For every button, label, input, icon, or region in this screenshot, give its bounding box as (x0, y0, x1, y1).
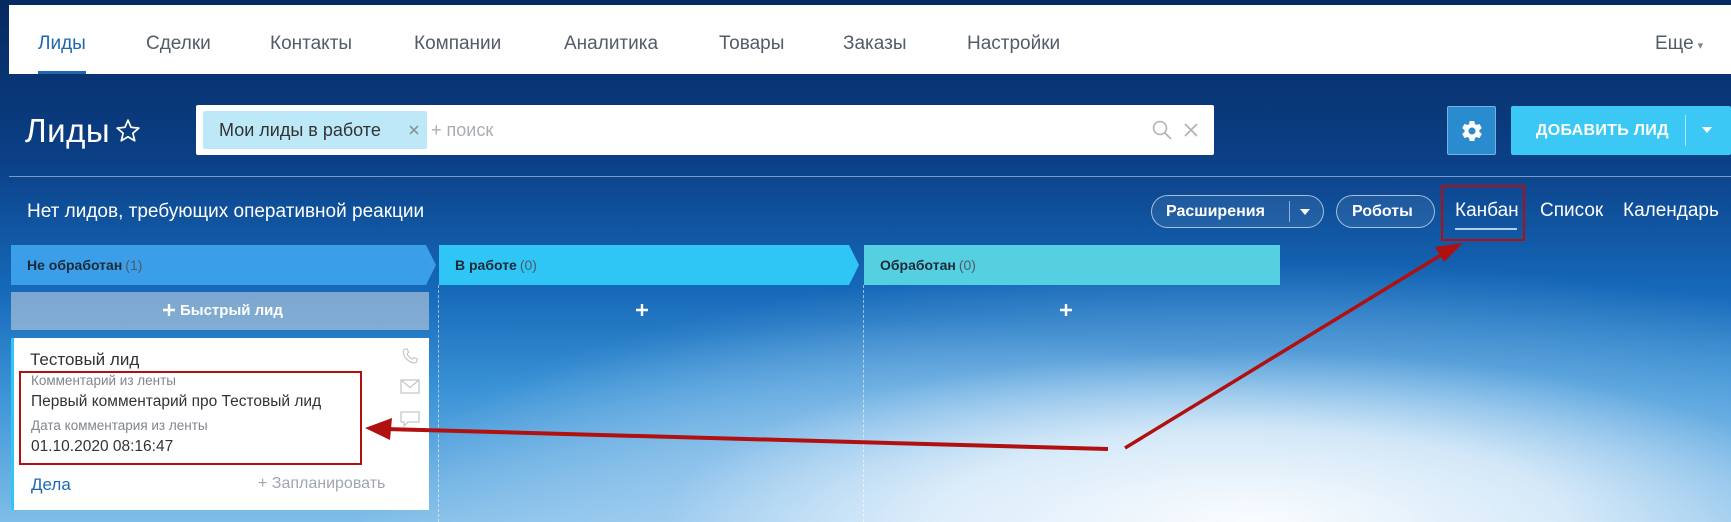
chevron-down-icon[interactable] (1701, 125, 1713, 135)
column-count: (0) (519, 257, 537, 273)
plus-icon (163, 304, 175, 316)
nav-item-deals[interactable]: Сделки (146, 5, 211, 74)
add-lead-separator (1685, 115, 1686, 146)
nav-item-companies[interactable]: Компании (414, 5, 501, 74)
column-separator (863, 285, 864, 522)
mail-icon[interactable] (399, 378, 421, 396)
page-title: Лиды (25, 112, 111, 149)
deals-link[interactable]: Дела (31, 475, 71, 495)
gear-icon (1462, 121, 1482, 142)
star-icon[interactable] (115, 118, 141, 144)
search-icon[interactable] (1151, 119, 1173, 141)
nav-more-label: Еще (1655, 33, 1694, 54)
nav-item-settings[interactable]: Настройки (967, 5, 1060, 74)
status-message: Нет лидов, требующих оперативной реакции (27, 201, 425, 222)
nav-more-button[interactable]: Еще ▾ (1655, 5, 1703, 74)
column-count: (0) (958, 257, 976, 273)
nav-item-products[interactable]: Товары (719, 5, 784, 74)
nav-item-orders[interactable]: Заказы (843, 5, 907, 74)
add-to-column-plus-icon[interactable] (634, 302, 650, 318)
header-divider (9, 176, 1731, 177)
extensions-separator (1289, 201, 1290, 222)
chip-close-icon[interactable] (405, 121, 423, 139)
nav-item-analytics[interactable]: Аналитика (564, 5, 658, 74)
robots-label: Роботы (1352, 203, 1413, 220)
chevron-down-icon: ▾ (1697, 40, 1704, 52)
add-lead-label: ДОБАВИТЬ ЛИД (1536, 122, 1669, 139)
filter-search-bar[interactable]: Мои лиды в работе (196, 105, 1214, 155)
column-header-in-progress[interactable]: В работе (0) (439, 245, 859, 285)
column-title-text: Обработан (880, 257, 956, 273)
column-title: Не обработан (1) (27, 257, 142, 273)
arrow-to-card-fields (365, 418, 1109, 451)
settings-button[interactable] (1447, 106, 1496, 155)
view-calendar[interactable]: Календарь (1623, 200, 1719, 222)
quick-lead-button[interactable]: Быстрый лид (11, 292, 429, 330)
nav-item-contacts[interactable]: Контакты (270, 5, 352, 74)
search-input[interactable] (431, 114, 1131, 146)
column-title-text: Не обработан (27, 257, 123, 273)
add-lead-button[interactable]: ДОБАВИТЬ ЛИД (1511, 106, 1731, 155)
nav-item-leads[interactable]: Лиды (38, 5, 86, 74)
column-separator (438, 285, 439, 522)
clear-icon[interactable] (1181, 120, 1201, 140)
filter-chip-label: Мои лиды в работе (219, 120, 381, 140)
robots-button[interactable]: Роботы (1336, 195, 1435, 228)
column-count: (1) (125, 257, 143, 273)
chevron-down-icon[interactable] (1299, 208, 1311, 217)
filter-chip[interactable]: Мои лиды в работе (203, 111, 427, 149)
phone-icon[interactable] (399, 346, 421, 368)
column-header-new[interactable]: Не обработан (1) (11, 245, 436, 285)
extensions-label: Расширения (1166, 203, 1265, 220)
column-title: В работе (0) (455, 257, 537, 273)
column-title-text: В работе (455, 257, 517, 273)
extensions-button[interactable]: Расширения (1151, 195, 1324, 228)
add-to-column-plus-icon[interactable] (1058, 302, 1074, 318)
lead-card-title[interactable]: Тестовый лид (30, 350, 139, 370)
annotation-box-card-fields (19, 371, 362, 465)
chat-icon[interactable] (399, 410, 421, 428)
top-nav: Лиды Сделки Контакты Компании Аналитика … (9, 5, 1731, 74)
column-title: Обработан (0) (880, 257, 976, 273)
annotation-box-kanban (1441, 185, 1525, 241)
column-header-processed[interactable]: Обработан (0) (864, 245, 1280, 285)
plan-activity-link[interactable]: + Запланировать (258, 475, 385, 493)
quick-lead-label: Быстрый лид (180, 302, 283, 319)
view-list[interactable]: Список (1540, 200, 1603, 222)
